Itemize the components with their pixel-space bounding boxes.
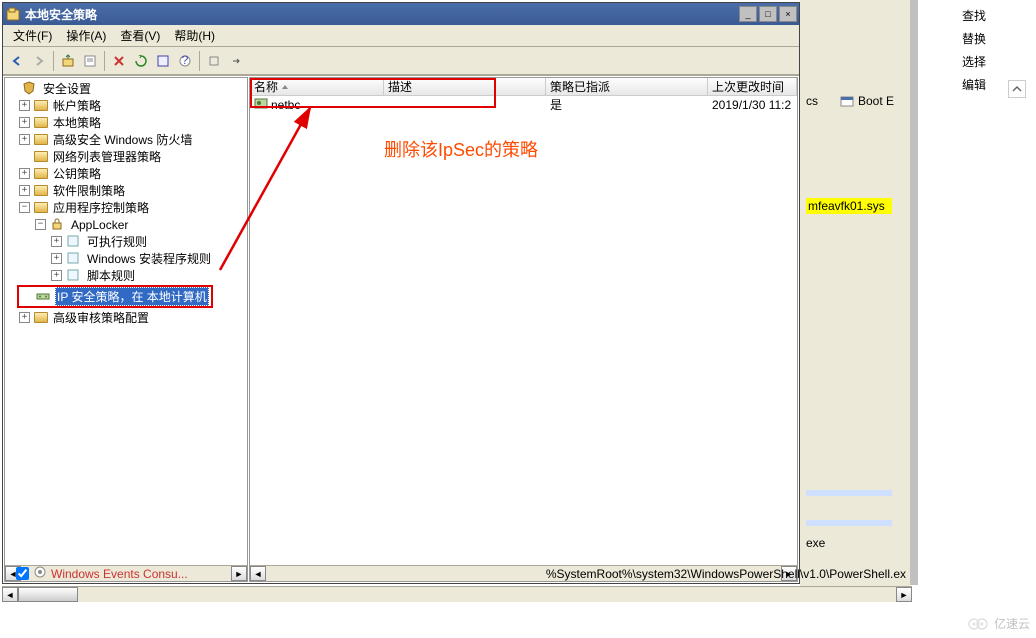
back-button[interactable] (7, 51, 27, 71)
folder-icon (34, 117, 48, 128)
policy-icon (254, 96, 268, 113)
help-button[interactable]: ? (175, 51, 195, 71)
tree-netlist[interactable]: 网络列表管理器策略 (5, 148, 247, 165)
tree-root[interactable]: 安全设置 (5, 80, 247, 97)
folder-icon (34, 168, 48, 179)
maximize-button[interactable]: □ (759, 6, 777, 22)
row-assigned: 是 (546, 95, 708, 114)
tree-pubkey[interactable]: +公钥策略 (5, 165, 247, 182)
bottom-path: %SystemRoot%\system32\WindowsPowerShell\… (546, 567, 906, 581)
bottom-label: Windows Events Consu... (51, 567, 546, 581)
titlebar[interactable]: 本地安全策略 _ □ × (3, 3, 799, 25)
bg-stripe (806, 490, 892, 496)
app-icon (5, 6, 21, 22)
row-modified: 2019/1/30 11:2 (708, 97, 797, 113)
svg-text:?: ? (182, 55, 189, 67)
action-button-1[interactable] (204, 51, 224, 71)
watermark: 亿速云 (968, 615, 1030, 632)
tree-softrestrict[interactable]: +软件限制策略 (5, 182, 247, 199)
properties-button[interactable] (80, 51, 100, 71)
shield-icon (22, 81, 38, 97)
rule-icon (66, 268, 82, 284)
sort-asc-icon (281, 83, 289, 91)
rule-icon (66, 251, 82, 267)
folder-icon (34, 185, 48, 196)
delete-button[interactable] (109, 51, 129, 71)
col-assigned[interactable]: 策略已指派 (546, 78, 708, 95)
tree-ipsec[interactable]: IP 安全策略，在 本地计算机 (21, 288, 209, 305)
side-replace[interactable]: 替换 (956, 27, 992, 50)
close-button[interactable]: × (779, 6, 797, 22)
side-find[interactable]: 查找 (956, 4, 992, 27)
tree-pane: 安全设置 +帐户策略 +本地策略 +高级安全 Windows 防火墙 网络列表管… (4, 77, 248, 582)
up-button[interactable] (58, 51, 78, 71)
folder-icon (34, 202, 48, 213)
service-icon (33, 565, 47, 582)
export-button[interactable] (153, 51, 173, 71)
list-header: 名称 描述 策略已指派 上次更改时间 (250, 78, 797, 96)
folder-icon (34, 100, 48, 111)
highlighted-sysfile: mfeavfk01.sys (806, 198, 892, 214)
col-modified[interactable]: 上次更改时间 (708, 78, 797, 95)
tree-applocker[interactable]: −AppLocker (5, 216, 247, 233)
tree-exerules[interactable]: +可执行规则 (5, 233, 247, 250)
folder-icon (34, 312, 48, 323)
tree-firewall[interactable]: +高级安全 Windows 防火墙 (5, 131, 247, 148)
tree-local-policy[interactable]: +本地策略 (5, 114, 247, 131)
menu-action[interactable]: 操作(A) (60, 25, 112, 46)
boot-chip[interactable]: Boot E (840, 94, 894, 108)
menu-help[interactable]: 帮助(H) (168, 25, 221, 46)
toolbar: ? (3, 47, 799, 75)
col-desc[interactable]: 描述 (384, 78, 546, 95)
list-row[interactable]: netbc 是 2019/1/30 11:2 (250, 96, 797, 113)
bg-text-cs: cs (806, 94, 834, 108)
security-policy-window: 本地安全策略 _ □ × 文件(F) 操作(A) 查看(V) 帮助(H) ? 安… (2, 2, 800, 584)
ipsec-icon (36, 289, 52, 305)
row-name: netbc (271, 98, 300, 112)
menubar: 文件(F) 操作(A) 查看(V) 帮助(H) (3, 25, 799, 47)
collapse-icon[interactable] (1008, 80, 1026, 98)
tree-account-policy[interactable]: +帐户策略 (5, 97, 247, 114)
tree-installerrules[interactable]: +Windows 安装程序规则 (5, 250, 247, 267)
menu-file[interactable]: 文件(F) (7, 25, 58, 46)
refresh-button[interactable] (131, 51, 151, 71)
tree-scriptrules[interactable]: +脚本规则 (5, 267, 247, 284)
side-edit[interactable]: 编辑 (956, 73, 992, 96)
window-title: 本地安全策略 (25, 6, 739, 23)
rule-icon (66, 234, 82, 250)
forward-button[interactable] (29, 51, 49, 71)
bg-text-exe: exe (806, 536, 825, 550)
folder-icon (34, 134, 48, 145)
folder-icon (34, 151, 48, 162)
tree-audit[interactable]: +高级审核策略配置 (5, 309, 247, 326)
minimize-button[interactable]: _ (739, 6, 757, 22)
menu-view[interactable]: 查看(V) (114, 25, 166, 46)
outer-hscrollbar[interactable]: ◄► (2, 586, 912, 602)
row-checkbox[interactable] (16, 567, 29, 580)
bg-stripe (806, 520, 892, 526)
side-select[interactable]: 选择 (956, 50, 992, 73)
annotation-text: 删除该IpSec的策略 (384, 136, 538, 162)
action-button-2[interactable] (226, 51, 246, 71)
tree-appcontrol[interactable]: −应用程序控制策略 (5, 199, 247, 216)
lock-icon (50, 217, 66, 233)
col-name[interactable]: 名称 (250, 78, 384, 95)
side-menu: 查找 替换 选择 编辑 (956, 4, 992, 96)
bottom-row[interactable]: Windows Events Consu... %SystemRoot%\sys… (16, 565, 906, 582)
